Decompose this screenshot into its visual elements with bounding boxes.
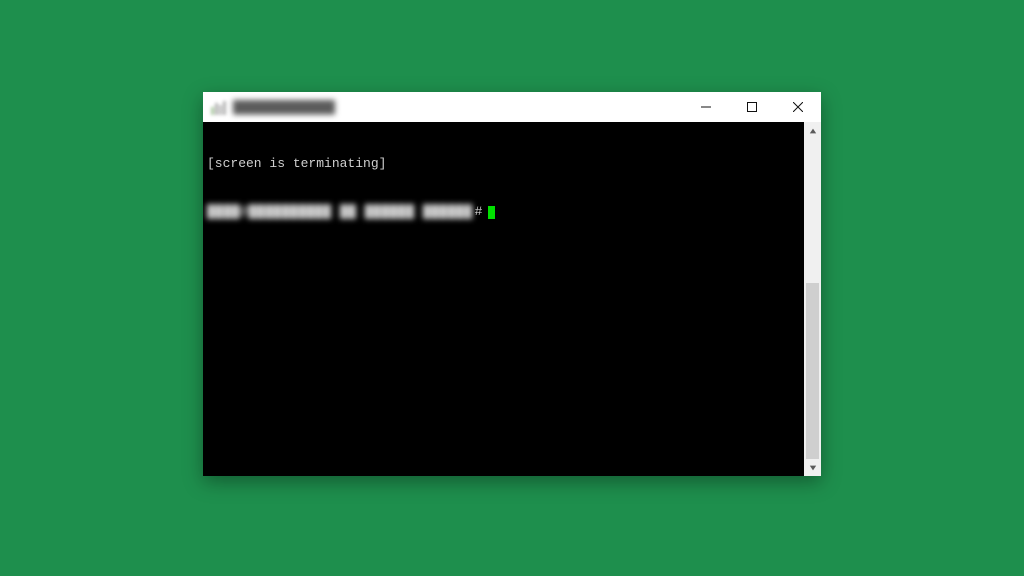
close-icon <box>793 102 803 112</box>
terminal-prompt-line: ████@██████████ ██ ██████ ██████ # <box>207 204 800 220</box>
chevron-down-icon <box>809 464 817 472</box>
terminal-cursor <box>488 206 495 219</box>
terminal-area[interactable]: [screen is terminating] ████@██████████ … <box>203 122 804 476</box>
titlebar[interactable]: ████████████ <box>203 92 821 122</box>
terminal-output-line: [screen is terminating] <box>207 156 800 172</box>
maximize-icon <box>747 102 757 112</box>
window-controls <box>683 92 821 122</box>
minimize-icon <box>701 102 711 112</box>
scroll-up-button[interactable] <box>804 122 821 139</box>
chevron-up-icon <box>809 127 817 135</box>
scrollbar-track[interactable] <box>804 139 821 459</box>
close-button[interactable] <box>775 92 821 122</box>
vertical-scrollbar[interactable] <box>804 122 821 476</box>
terminal-prompt-user: ████@██████████ ██ ██████ ██████ <box>207 204 473 220</box>
maximize-button[interactable] <box>729 92 775 122</box>
terminal-window: ████████████ [screen is terminating] ███… <box>203 92 821 476</box>
window-title: ████████████ <box>233 100 335 114</box>
window-body: [screen is terminating] ████@██████████ … <box>203 122 821 476</box>
scroll-down-button[interactable] <box>804 459 821 476</box>
minimize-button[interactable] <box>683 92 729 122</box>
scrollbar-thumb[interactable] <box>806 283 819 459</box>
app-icon <box>211 99 227 115</box>
terminal-prompt-symbol: # <box>475 204 483 220</box>
